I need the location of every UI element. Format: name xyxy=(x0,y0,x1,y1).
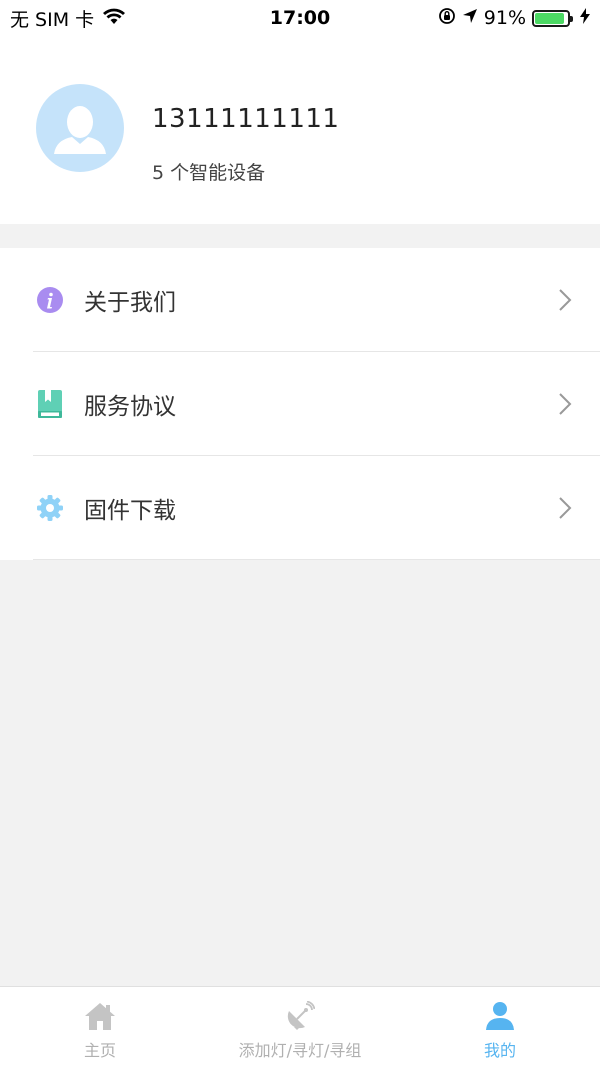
location-arrow-icon xyxy=(462,7,478,29)
tab-label: 添加灯/寻灯/寻组 xyxy=(238,1041,362,1060)
menu-item-label: 固件下载 xyxy=(84,498,176,524)
tab-add-find-lights[interactable]: 添加灯/寻灯/寻组 xyxy=(200,987,400,1067)
battery-fill xyxy=(535,12,565,24)
wifi-icon xyxy=(102,7,126,30)
info-icon xyxy=(36,286,64,314)
device-count: 5 个智能设备 xyxy=(152,162,266,184)
tab-label: 主页 xyxy=(83,1041,116,1060)
chevron-right-icon xyxy=(559,497,572,519)
battery-percent: 91% xyxy=(483,7,526,29)
tab-label: 我的 xyxy=(483,1041,516,1060)
profile-header[interactable]: 13111111111 5 个智能设备 xyxy=(0,36,600,224)
menu-item-label: 服务协议 xyxy=(84,394,176,420)
menu-item-about-us[interactable]: 关于我们 xyxy=(0,248,600,352)
user-silhouette-icon xyxy=(54,106,106,154)
user-icon xyxy=(486,1002,514,1030)
charging-bolt-icon xyxy=(580,7,590,29)
status-left: 无 SIM 卡 xyxy=(10,5,438,32)
gear-icon xyxy=(36,494,64,522)
settings-menu: 关于我们 服务协议 固件下载 xyxy=(0,248,600,560)
home-icon xyxy=(85,1003,115,1030)
status-bar: 无 SIM 卡 17:00 91% xyxy=(0,0,600,36)
tab-home[interactable]: 主页 xyxy=(0,987,200,1067)
avatar[interactable] xyxy=(36,84,124,172)
menu-item-firmware-download[interactable]: 固件下载 xyxy=(0,456,600,560)
carrier-text: 无 SIM 卡 xyxy=(10,8,95,31)
status-right: 91% xyxy=(438,7,590,30)
menu-item-label: 关于我们 xyxy=(84,290,176,316)
tab-bar: 主页 添加灯/寻灯/寻组 我的 xyxy=(0,986,600,1067)
username: 13111111111 xyxy=(152,104,340,134)
tab-mine[interactable]: 我的 xyxy=(400,987,600,1067)
divider xyxy=(33,559,600,560)
menu-item-service-agreement[interactable]: 服务协议 xyxy=(0,352,600,456)
book-icon xyxy=(36,390,64,418)
chevron-right-icon xyxy=(559,393,572,415)
battery-icon xyxy=(532,9,573,27)
orientation-lock-icon xyxy=(438,7,456,30)
chevron-right-icon xyxy=(559,289,572,311)
satellite-dish-icon xyxy=(287,1001,315,1030)
